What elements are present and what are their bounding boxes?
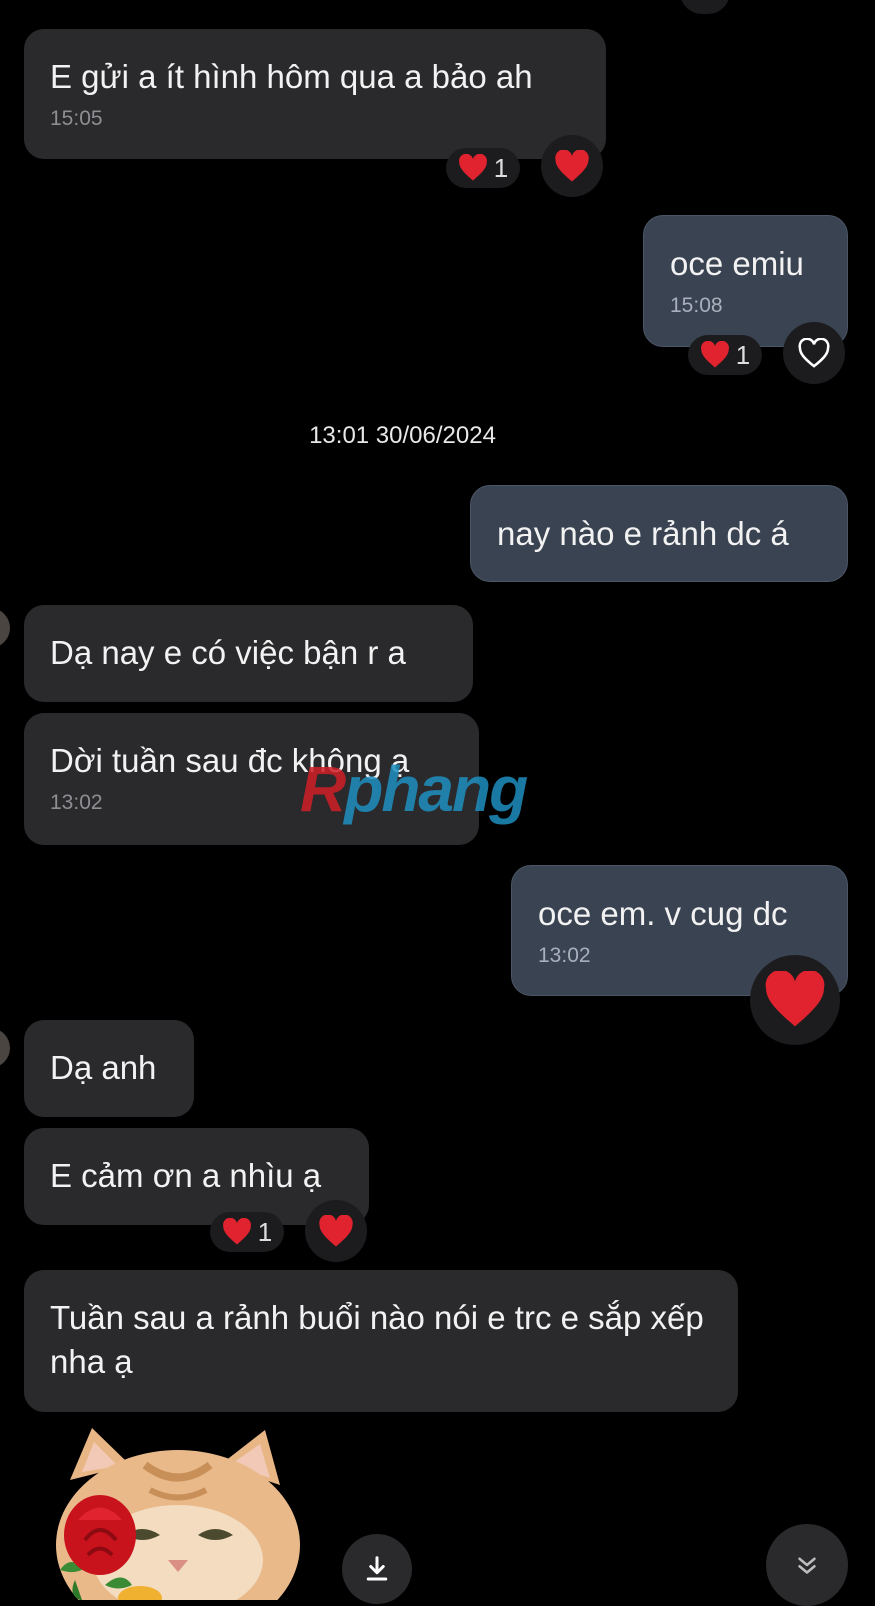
message-bubble-incoming[interactable]: E gửi a ít hình hôm qua a bảo ah 15:05 <box>24 29 606 159</box>
avatar[interactable] <box>0 608 10 648</box>
react-heart-button[interactable] <box>305 1200 367 1262</box>
reaction-count-pill[interactable]: 1 <box>210 1212 284 1252</box>
message-text: oce em. v cug dc <box>538 895 788 932</box>
heart-icon <box>319 1214 353 1246</box>
heart-icon <box>555 149 589 181</box>
avatar[interactable] <box>0 1028 10 1068</box>
download-icon <box>366 1556 388 1581</box>
cat-rose-sticker[interactable] <box>30 1420 310 1600</box>
reaction-count: 1 <box>735 339 751 370</box>
reaction-count-pill[interactable]: 1 <box>688 335 762 375</box>
chevron-double-down-icon <box>798 1557 816 1574</box>
message-text: E cảm ơn a nhìu ạ <box>50 1157 322 1194</box>
big-heart-reaction[interactable] <box>750 955 840 1045</box>
date-divider: 13:01 30/06/2024 <box>309 422 496 449</box>
message-text: oce emiu <box>670 245 804 282</box>
message-text: Dạ nay e có việc bận r a <box>50 634 406 671</box>
react-heart-button[interactable] <box>541 135 603 197</box>
message-text: E gửi a ít hình hôm qua a bảo ah <box>50 58 533 95</box>
heart-icon <box>458 154 487 181</box>
react-heart-button[interactable] <box>783 322 845 384</box>
message-text: Tuần sau a rảnh buổi nào nói e trc e sắp… <box>50 1299 704 1380</box>
message-bubble-outgoing[interactable]: nay nào e rảnh dc á <box>470 485 848 582</box>
reaction-count: 1 <box>493 152 509 183</box>
heart-icon <box>765 971 825 1027</box>
heart-icon <box>222 1218 251 1245</box>
watermark-logo: Rphang <box>300 753 528 825</box>
message-time: 15:05 <box>50 107 103 130</box>
reaction-count-pill[interactable]: 1 <box>446 148 520 188</box>
heart-icon <box>700 341 729 368</box>
reaction-button-partial[interactable] <box>680 0 730 14</box>
message-text: Dạ anh <box>50 1049 157 1086</box>
message-bubble-incoming[interactable]: Dạ anh <box>24 1020 194 1117</box>
scroll-down-button[interactable] <box>766 1524 848 1606</box>
message-bubble-incoming[interactable]: Dạ nay e có việc bận r a <box>24 605 473 702</box>
download-button[interactable] <box>342 1534 412 1604</box>
message-bubble-incoming[interactable]: Tuần sau a rảnh buổi nào nói e trc e sắp… <box>24 1270 738 1412</box>
reaction-count: 1 <box>257 1216 273 1247</box>
message-time: 15:08 <box>670 294 723 317</box>
message-text: nay nào e rảnh dc á <box>497 515 789 552</box>
heart-outline-icon <box>798 337 830 368</box>
